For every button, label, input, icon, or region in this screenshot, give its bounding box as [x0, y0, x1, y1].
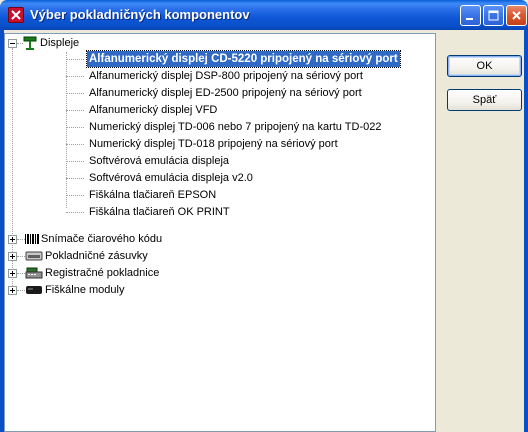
title-bar[interactable]: Výber pokladničných komponentov: [0, 0, 528, 30]
tree-expander-cash-registers[interactable]: [8, 269, 17, 278]
tree-item-label: Alfanumerický displej DSP-800 pripojený …: [89, 70, 363, 82]
tree-connector: [17, 290, 25, 291]
tree-item-label: Fiškálne moduly: [45, 284, 125, 296]
tree-item-label: Numerický displej TD-006 nebo 7 pripojen…: [89, 121, 382, 133]
minimize-icon: [466, 18, 473, 20]
tree-item-label: Alfanumerický displej ED-2500 pripojený …: [89, 87, 362, 99]
tree-item-label: Alfanumerický displej CD-5220 pripojený …: [86, 50, 401, 68]
tree-connector: [66, 93, 84, 94]
tree-item-label: Fiškálna tlačiareň OK PRINT: [89, 206, 230, 218]
tree-expander-fiscal-modules[interactable]: [8, 286, 17, 295]
barcode-icon: [25, 233, 39, 245]
minimize-button[interactable]: [460, 5, 481, 26]
tree-expander-cash-drawers[interactable]: [8, 252, 17, 261]
maximize-button[interactable]: [483, 5, 504, 26]
dialog-window: Výber pokladničných komponentov Displeje…: [0, 0, 528, 432]
tree-connector: [66, 76, 84, 77]
window-frame-right: [524, 30, 528, 432]
cash-drawer-icon: [25, 250, 43, 262]
tree-item-label: Snímače čiarového kódu: [41, 233, 163, 245]
close-icon: [512, 11, 521, 20]
cash-register-icon: [25, 267, 43, 279]
tree-connector: [66, 127, 84, 128]
tree-item-label: Registračné pokladnice: [45, 267, 160, 279]
components-tree[interactable]: Displeje Alfanumerický displej CD-5220 p…: [4, 33, 436, 432]
fiscal-module-icon: [25, 285, 43, 295]
tree-connector: [66, 59, 84, 60]
tree-item-label: Pokladničné zásuvky: [45, 250, 148, 262]
tree-item-label: Displeje: [40, 37, 80, 49]
maximize-icon: [488, 10, 499, 21]
display-pole-icon: [23, 36, 37, 50]
tree-connector: [17, 256, 25, 257]
tree-connector: [66, 110, 84, 111]
back-button[interactable]: Späť: [447, 89, 522, 111]
ok-button[interactable]: OK: [447, 55, 522, 77]
tree-item-label: Alfanumerický displej VFD: [89, 104, 218, 116]
tree-connector: [66, 178, 84, 179]
app-icon: [8, 7, 24, 23]
tree-item-label: Fiškálna tlačiareň EPSON: [89, 189, 217, 201]
tree-expander-barcode[interactable]: [8, 235, 17, 244]
tree-connector: [66, 212, 84, 213]
tree-connector: [66, 161, 84, 162]
tree-item-label: Softvérová emulácia displeja: [89, 155, 230, 167]
window-title: Výber pokladničných komponentov: [30, 7, 250, 22]
tree-connector: [17, 239, 25, 240]
tree-item-label: Softvérová emulácia displeja v2.0: [89, 172, 253, 184]
tree-expander-displays[interactable]: [8, 39, 17, 48]
tree-connector: [17, 273, 25, 274]
tree-connector: [66, 195, 84, 196]
tree-item-label: Numerický displej TD-018 pripojený na sé…: [89, 138, 338, 150]
tree-connector: [66, 144, 84, 145]
close-button[interactable]: [506, 5, 527, 26]
